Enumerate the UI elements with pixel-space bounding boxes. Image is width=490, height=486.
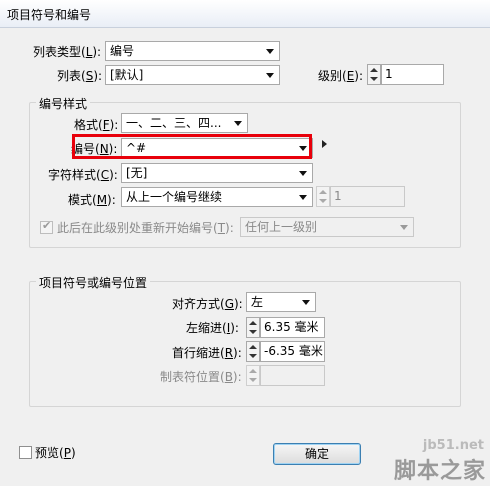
spin-up-icon[interactable] (249, 321, 257, 325)
chevron-down-icon (400, 225, 408, 230)
list-type-label: 列表类型(L): (33, 45, 102, 59)
align-label: 对齐方式(G): (172, 297, 243, 311)
list-type-value: 编号 (110, 44, 135, 58)
chevron-down-icon (299, 171, 307, 176)
left-indent-stepper[interactable] (246, 317, 260, 338)
watermark: jb51.net 脚本之家 (328, 438, 490, 486)
spin-down-icon (319, 199, 327, 203)
char-style-dropdown[interactable]: [无] (121, 163, 313, 183)
numbering-style-title: 编号样式 (36, 95, 91, 112)
spin-up-icon[interactable] (370, 68, 378, 72)
list-label: 列表(S): (57, 69, 103, 83)
tab-position-input (260, 365, 325, 386)
level-input[interactable]: 1 (381, 64, 444, 85)
window-title: 项目符号和编号 (7, 8, 92, 22)
mode-dropdown[interactable]: 从上一个编号继续 (121, 187, 313, 207)
mode-value: 从上一个编号继续 (126, 190, 223, 204)
chevron-down-icon (302, 300, 310, 305)
chevron-down-icon (266, 49, 274, 54)
mode-number-stepper (316, 186, 330, 207)
spin-up-icon[interactable] (249, 345, 257, 349)
left-indent-label: 左缩进(I): (186, 321, 239, 335)
mode-label: 模式(M): (68, 193, 116, 207)
format-label: 格式(F): (74, 118, 119, 132)
list-type-dropdown[interactable]: 编号 (105, 41, 280, 61)
title-bar: 项目符号和编号 (0, 0, 490, 28)
align-dropdown[interactable]: 左 (246, 292, 316, 312)
mode-number-input: 1 (330, 186, 405, 207)
char-style-label: 字符样式(C): (48, 168, 118, 182)
tab-position-stepper (246, 365, 260, 386)
tab-position-label: 制表符位置(B): (160, 370, 242, 384)
chevron-down-icon (299, 195, 307, 200)
preview-label: 预览(P) (35, 446, 76, 460)
format-dropdown[interactable]: 一、二、三、四... (121, 113, 248, 133)
restart-label: 此后在此级别处重新开始编号(T): (57, 221, 234, 235)
spin-down-icon (249, 378, 257, 382)
align-value: 左 (251, 295, 264, 309)
first-indent-input[interactable]: -6.35 毫米 (260, 341, 325, 362)
spin-down-icon[interactable] (249, 354, 257, 358)
char-style-value: [无] (126, 166, 148, 180)
spin-down-icon[interactable] (249, 330, 257, 334)
chevron-down-icon (234, 121, 242, 126)
spin-up-icon (319, 190, 327, 194)
format-value: 一、二、三、四... (126, 116, 222, 130)
level-label: 级别(E): (318, 69, 364, 83)
watermark-url: jb51.net (422, 438, 484, 453)
first-indent-label: 首行缩进(R): (172, 346, 242, 360)
position-title: 项目符号或编号位置 (36, 274, 151, 291)
spin-up-icon (249, 369, 257, 373)
left-indent-input[interactable]: 6.35 毫米 (260, 317, 325, 338)
position-group (29, 281, 461, 407)
chevron-down-icon (266, 73, 274, 78)
restart-dropdown: 任何上一级别 (240, 217, 414, 237)
check-icon: ✔ (42, 219, 52, 232)
highlight-box (72, 134, 312, 159)
first-indent-stepper[interactable] (246, 341, 260, 362)
level-stepper[interactable] (367, 64, 381, 85)
flyout-arrow-icon[interactable] (322, 140, 327, 148)
spin-down-icon[interactable] (370, 77, 378, 81)
list-dropdown[interactable]: [默认] (105, 65, 280, 85)
list-value: [默认] (110, 68, 144, 82)
restart-value: 任何上一级别 (245, 220, 318, 234)
watermark-name: 脚本之家 (393, 459, 486, 484)
restart-checkbox: ✔ (40, 219, 53, 234)
preview-checkbox[interactable] (19, 446, 32, 459)
